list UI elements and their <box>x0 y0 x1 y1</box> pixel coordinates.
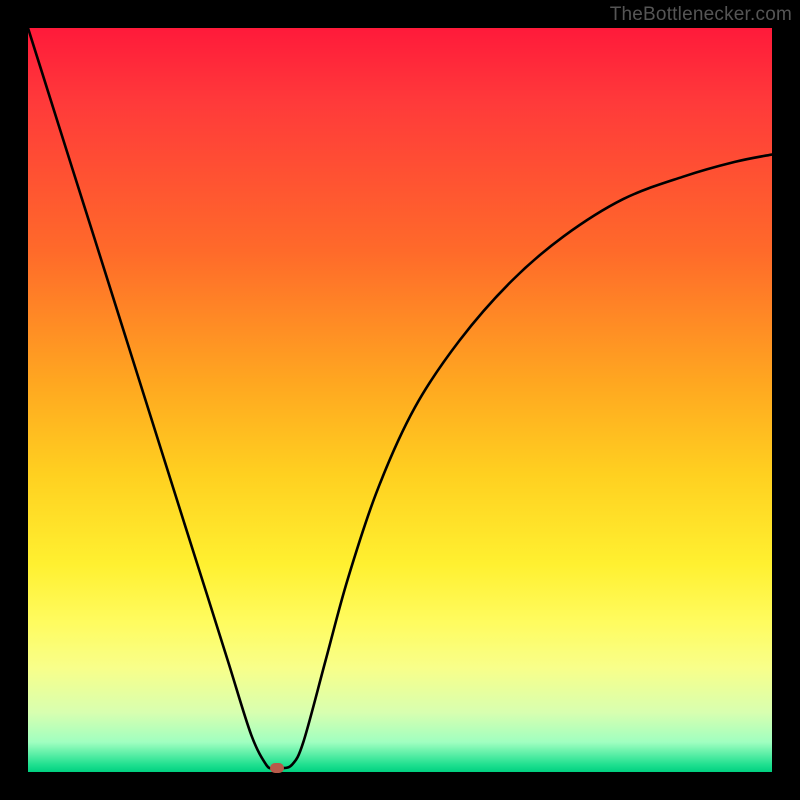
bottleneck-curve <box>28 28 772 769</box>
optimum-marker <box>270 763 284 773</box>
curve-svg <box>28 28 772 772</box>
watermark-text: TheBottlenecker.com <box>610 4 792 26</box>
chart-frame: TheBottlenecker.com <box>0 0 800 800</box>
plot-area <box>28 28 772 772</box>
